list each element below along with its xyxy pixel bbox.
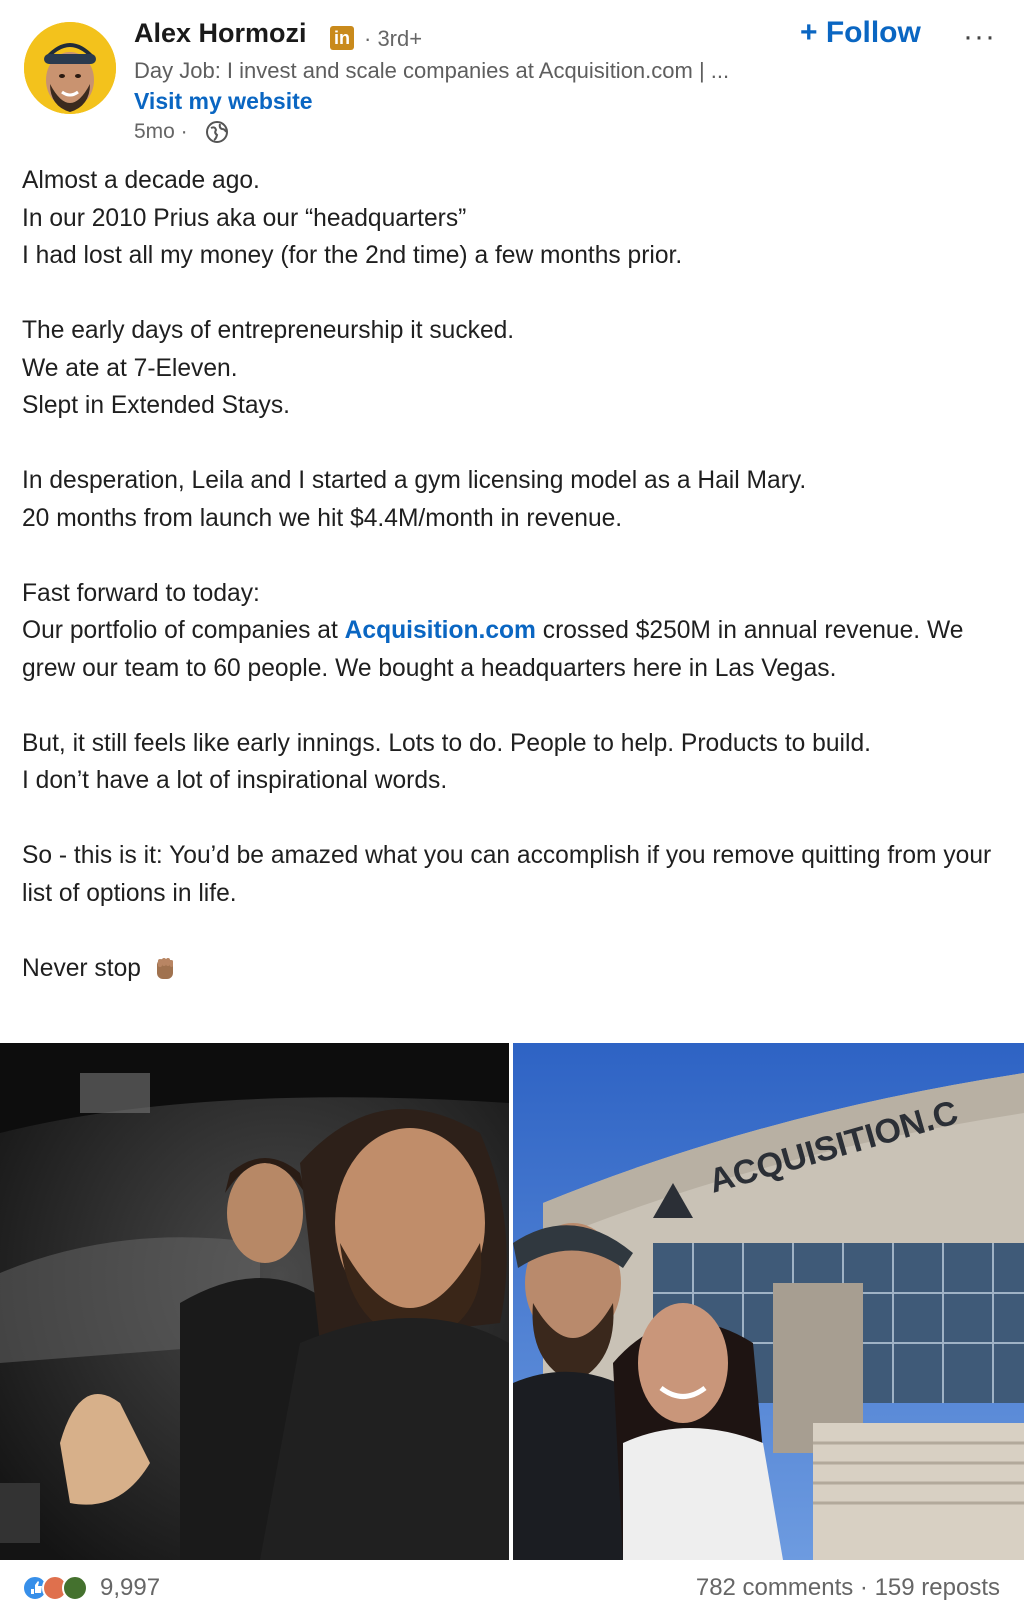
- post-time: 5mo ·: [134, 120, 188, 143]
- paragraph-5: But, it still feels like early innings. …: [22, 725, 1002, 800]
- post-images[interactable]: ACQUISITION.C: [0, 1043, 1024, 1560]
- avatar[interactable]: [24, 22, 116, 114]
- text-line: I don’t have a lot of inspirational word…: [22, 767, 448, 794]
- author-name[interactable]: Alex Hormozi: [134, 18, 307, 49]
- text-line: But, it still feels like early innings. …: [22, 729, 871, 757]
- reaction-icons[interactable]: [22, 1573, 102, 1603]
- social-counts-bar: 9,997 782 comments · 159 reposts: [0, 1560, 1024, 1620]
- text-line: So - this is it: You’d be amazed what yo…: [22, 842, 992, 907]
- text-line: We ate at 7-Eleven.: [22, 354, 238, 382]
- follow-button[interactable]: + Follow: [800, 16, 921, 50]
- headquarters-selfie-photo[interactable]: ACQUISITION.C: [513, 1043, 1024, 1560]
- support-reaction-icon: [62, 1575, 88, 1601]
- paragraph-3: In desperation, Leila and I started a gy…: [22, 462, 1002, 537]
- text-line: Almost a decade ago.: [22, 167, 260, 194]
- more-options-icon[interactable]: ···: [963, 20, 996, 54]
- text-line: Slept in Extended Stays.: [22, 392, 290, 419]
- text-line: 20 months from launch we hit $4.4M/month…: [22, 504, 623, 532]
- text-line: Fast forward to today:: [22, 579, 260, 607]
- text-line: In desperation, Leila and I started a gy…: [22, 467, 807, 494]
- connection-degree: · 3rd+: [364, 26, 423, 51]
- post-body: Almost a decade ago. In our 2010 Prius a…: [22, 162, 1002, 1025]
- text-line: The early days of entrepreneurship it su…: [22, 317, 515, 344]
- paragraph-7: Never stop: [22, 950, 1002, 988]
- reaction-count[interactable]: 9,997: [100, 1574, 160, 1602]
- comments-reposts-count[interactable]: 782 comments · 159 reposts: [696, 1574, 1000, 1602]
- text-line: I had lost all my money (for the 2nd tim…: [22, 242, 683, 269]
- car-selfie-photo[interactable]: [0, 1043, 509, 1560]
- text-line: Never stop: [22, 954, 141, 982]
- linkedin-icon: in: [330, 26, 354, 50]
- acquisition-link[interactable]: Acquisition.com: [345, 617, 536, 644]
- post-header: Alex Hormozi in · 3rd+ Day Job: I invest…: [0, 0, 1024, 150]
- visit-website-link[interactable]: Visit my website: [134, 88, 313, 115]
- paragraph-1: Almost a decade ago. In our 2010 Prius a…: [22, 162, 1002, 275]
- paragraph-6: So - this is it: You’d be amazed what yo…: [22, 837, 1002, 912]
- text-line: In our 2010 Prius aka our “headquarters”: [22, 204, 467, 232]
- paragraph-4: Fast forward to today: Our portfolio of …: [22, 575, 1002, 688]
- author-headline: Day Job: I invest and scale companies at…: [134, 58, 730, 83]
- globe-icon: [206, 121, 228, 143]
- paragraph-2: The early days of entrepreneurship it su…: [22, 312, 1002, 425]
- raised-fist-icon: [156, 957, 173, 979]
- text-segment: Our portfolio of companies at: [22, 617, 345, 644]
